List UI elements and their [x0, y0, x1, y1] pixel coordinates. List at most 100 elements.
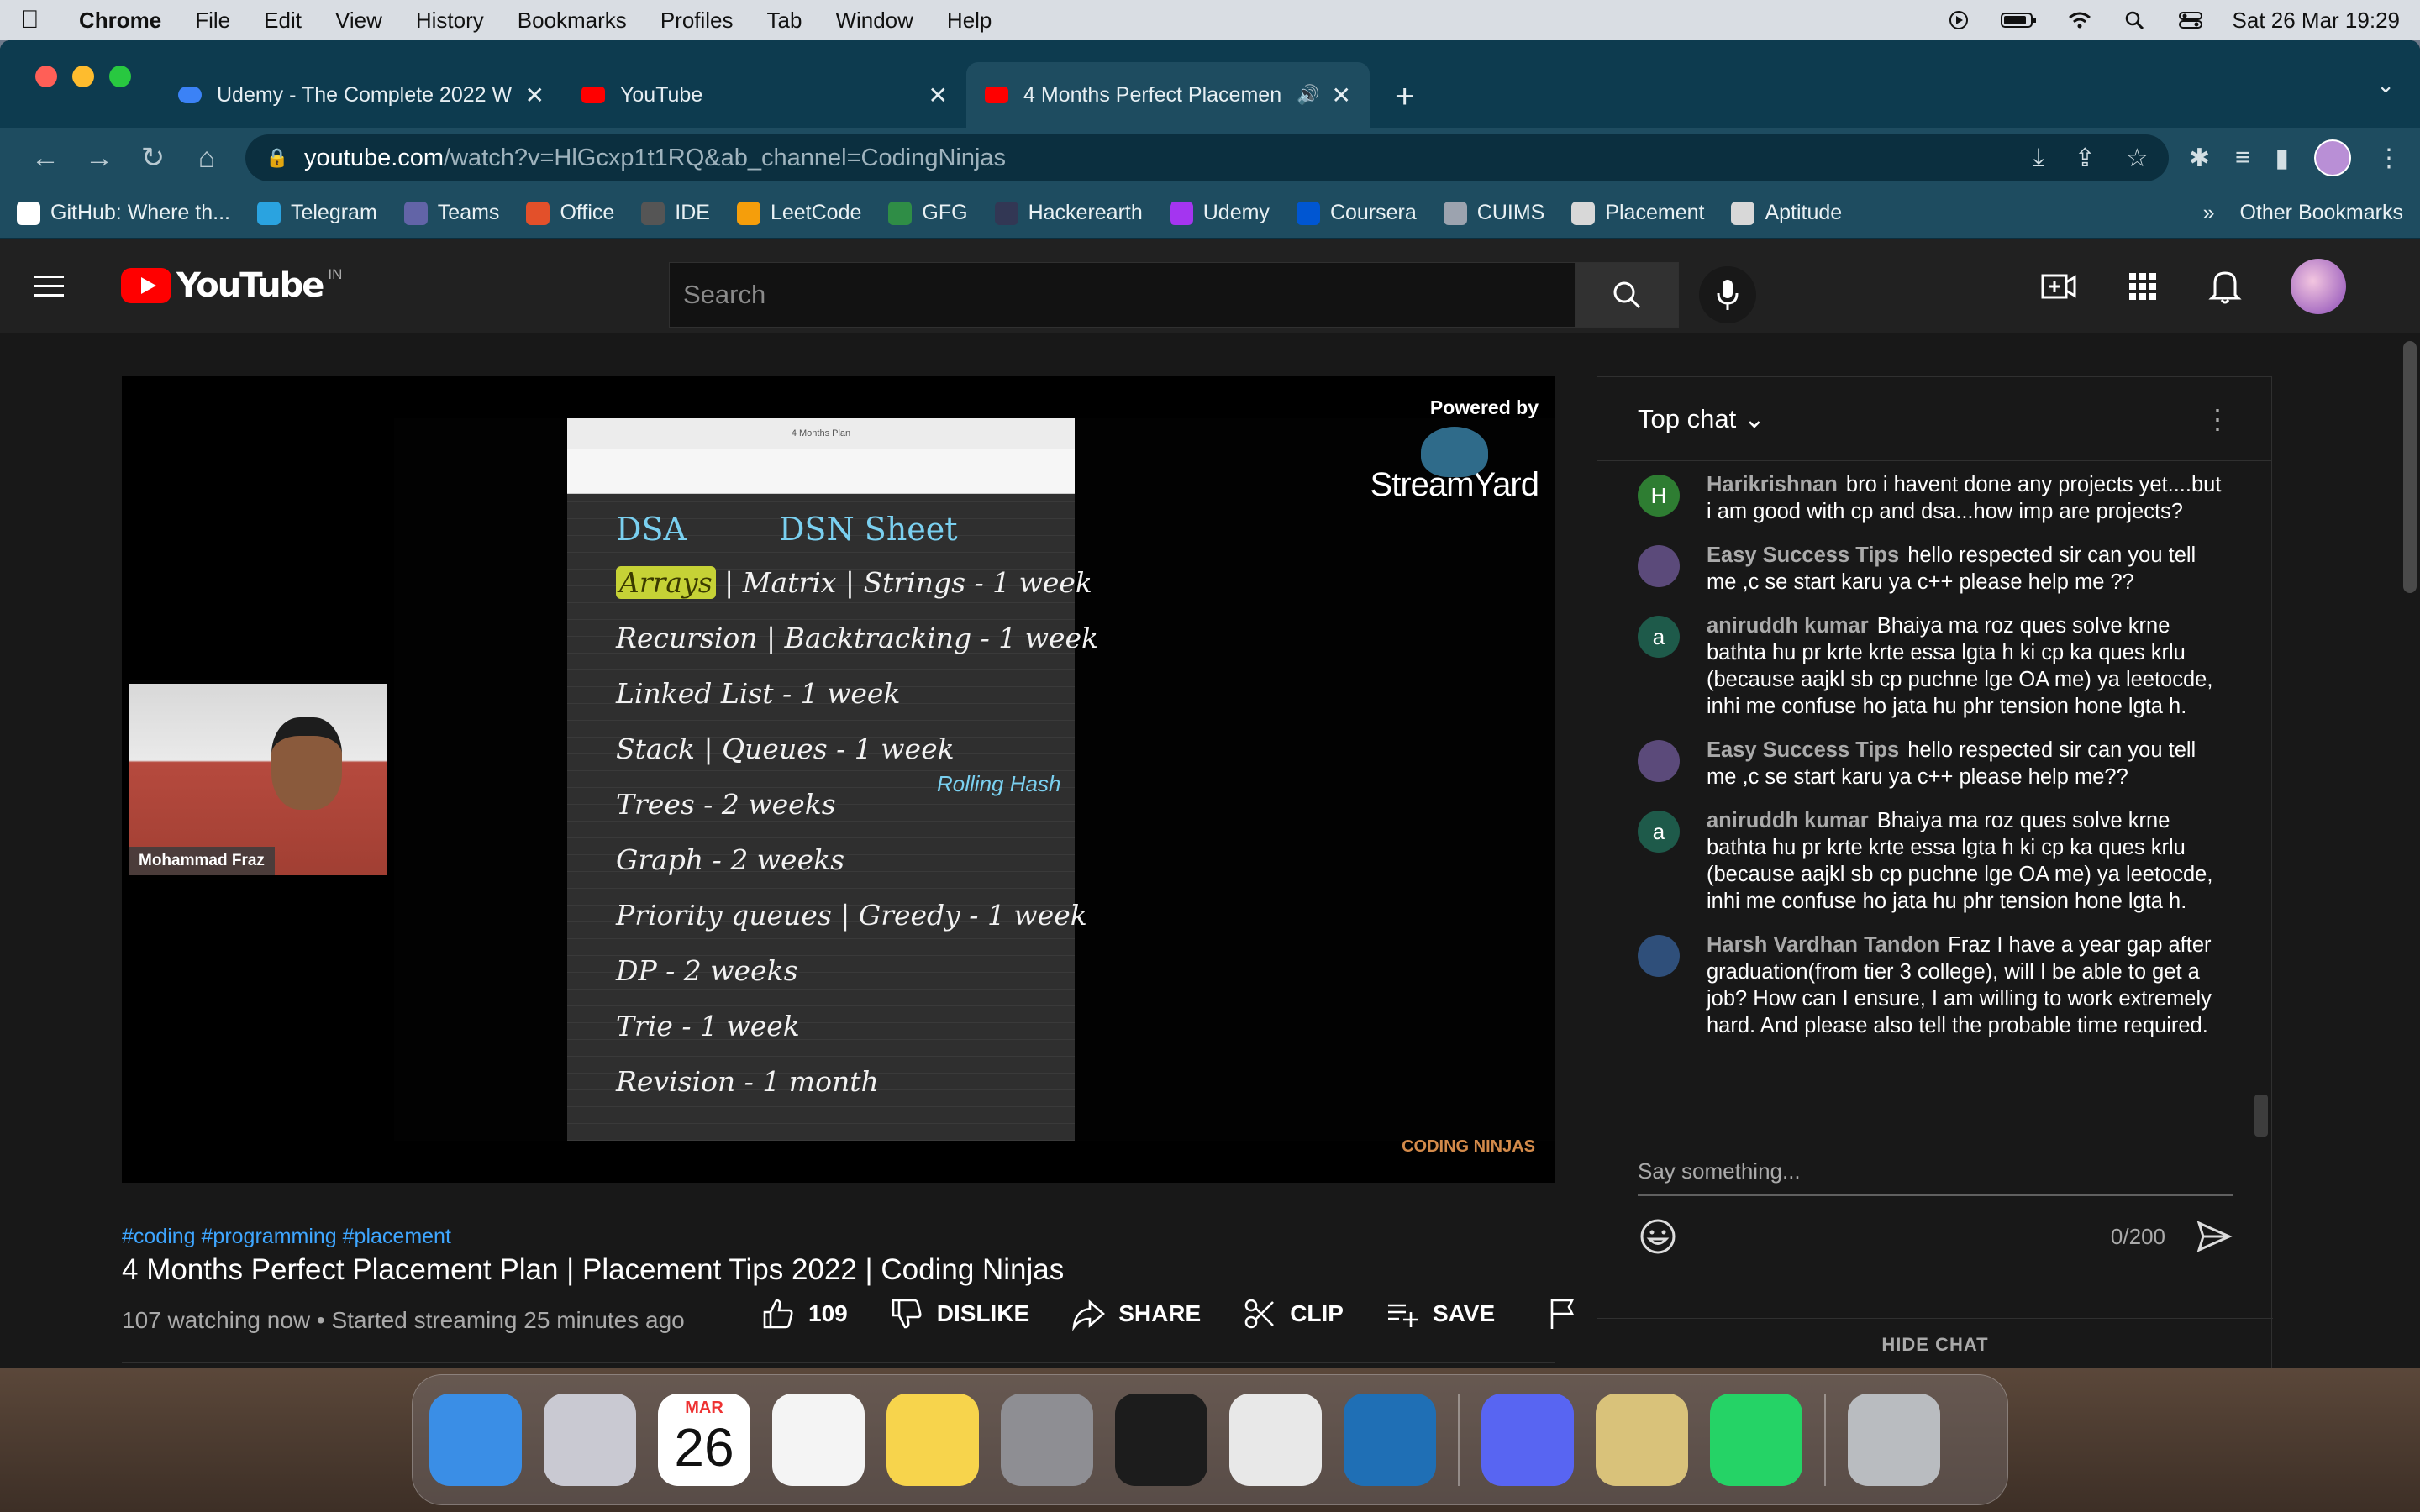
zoom-window-button[interactable]	[109, 66, 131, 87]
dock-vscode-icon[interactable]	[1344, 1394, 1436, 1486]
dock-mail-app-icon[interactable]	[1596, 1394, 1688, 1486]
reload-icon[interactable]: ↻	[126, 141, 180, 175]
chat-scrollbar[interactable]	[2254, 1095, 2268, 1137]
bookmark-star-icon[interactable]: ☆	[2126, 144, 2149, 173]
spotlight-search-icon[interactable]	[2122, 10, 2149, 30]
address-bar[interactable]: 🔒 youtube.com/watch?v=HlGcxp1t1RQ&ab_cha…	[245, 134, 2169, 181]
dock-whatsapp-icon[interactable]	[1710, 1394, 1802, 1486]
create-video-icon[interactable]	[2040, 268, 2077, 305]
dock-launchpad-icon[interactable]	[544, 1394, 636, 1486]
media-queue-icon[interactable]: ≡	[2235, 144, 2250, 172]
save-button[interactable]: SAVE	[1386, 1297, 1495, 1331]
bookmark-item[interactable]: GitHub: Where th...	[17, 201, 230, 225]
voice-search-button[interactable]	[1699, 266, 1756, 323]
menu-app-name[interactable]: Chrome	[79, 8, 161, 34]
menu-file[interactable]: File	[195, 8, 230, 34]
share-icon[interactable]: ⇪	[2075, 144, 2096, 173]
search-input[interactable]	[669, 262, 1575, 328]
extensions-puzzle-icon[interactable]: ✱	[2189, 144, 2210, 173]
wifi-icon[interactable]	[2066, 10, 2093, 30]
bookmarks-overflow-button[interactable]: »	[2203, 201, 2215, 225]
bookmark-item[interactable]: Teams	[403, 201, 499, 225]
dock-finder-icon[interactable]	[429, 1394, 522, 1486]
back-arrow-icon[interactable]: ←	[18, 142, 72, 175]
youtube-logo[interactable]: YouTube IN	[121, 266, 342, 305]
chat-author-avatar[interactable]: H	[1638, 475, 1680, 517]
dock-calendar-icon[interactable]: MAR 26	[658, 1394, 750, 1486]
lock-icon[interactable]: 🔒	[266, 147, 291, 169]
share-button[interactable]: SHARE	[1071, 1297, 1201, 1331]
bookmark-item[interactable]: IDE	[641, 201, 710, 225]
dock-notes-icon[interactable]	[886, 1394, 979, 1486]
tab-search-chevron-icon[interactable]: ⌄	[2376, 72, 2395, 98]
bookmark-item[interactable]: GFG	[888, 201, 968, 225]
apple-menu-icon[interactable]: 	[20, 6, 54, 34]
menu-bookmarks[interactable]: Bookmarks	[518, 8, 627, 34]
play-circle-icon[interactable]	[1945, 10, 1972, 30]
clip-button[interactable]: CLIP	[1243, 1297, 1344, 1331]
bookmark-item[interactable]: Udemy	[1169, 201, 1270, 225]
bookmark-item[interactable]: Aptitude	[1731, 201, 1842, 225]
control-center-icon[interactable]	[2177, 10, 2204, 30]
chat-author-name[interactable]: Easy Success Tips	[1707, 543, 1899, 567]
menu-view[interactable]: View	[335, 8, 382, 34]
chat-author-avatar[interactable]: a	[1638, 811, 1680, 853]
search-button[interactable]	[1575, 262, 1679, 328]
other-bookmarks-folder[interactable]: Other Bookmarks	[2239, 201, 2403, 225]
menu-tab[interactable]: Tab	[767, 8, 802, 34]
youtube-account-avatar[interactable]	[2291, 259, 2346, 314]
chat-author-name[interactable]: Easy Success Tips	[1707, 738, 1899, 762]
tab-placement-video[interactable]: 4 Months Perfect Placemen 🔊 ✕	[966, 62, 1370, 128]
hide-chat-button[interactable]: HIDE CHAT	[1597, 1318, 2273, 1368]
guide-menu-icon[interactable]	[34, 275, 64, 297]
chat-more-options-icon[interactable]: ⋮	[2204, 403, 2231, 435]
install-app-icon[interactable]: ⤓	[2033, 144, 2044, 173]
chat-author-name[interactable]: Harsh Vardhan Tandon	[1707, 933, 1939, 957]
bookmark-item[interactable]: Coursera	[1296, 201, 1417, 225]
notifications-bell-icon[interactable]	[2208, 268, 2242, 305]
menu-history[interactable]: History	[416, 8, 484, 34]
chrome-profile-avatar[interactable]	[2314, 139, 2351, 176]
bookmark-item[interactable]: Telegram	[256, 201, 377, 225]
dock-system-preferences-icon[interactable]	[1001, 1394, 1093, 1486]
chat-author-name[interactable]: aniruddh kumar	[1707, 614, 1869, 638]
close-icon[interactable]: ✕	[1332, 81, 1351, 109]
tab-youtube[interactable]: YouTube ✕	[563, 62, 966, 128]
new-tab-button[interactable]: +	[1395, 78, 1414, 116]
chat-author-avatar[interactable]: a	[1638, 616, 1680, 658]
speaker-icon[interactable]: 🔊	[1297, 84, 1319, 106]
bookmark-item[interactable]: Placement	[1571, 201, 1704, 225]
menu-help[interactable]: Help	[947, 8, 992, 34]
emoji-icon[interactable]	[1638, 1216, 1678, 1257]
video-hashtags[interactable]: #coding #programming #placement	[122, 1225, 451, 1249]
battery-icon[interactable]	[2000, 10, 2038, 30]
chat-author-avatar[interactable]	[1638, 935, 1680, 977]
close-window-button[interactable]	[35, 66, 57, 87]
dock-trash-icon[interactable]	[1848, 1394, 1940, 1486]
dock-chrome-icon[interactable]	[1229, 1394, 1322, 1486]
tab-udemy[interactable]: Udemy - The Complete 2022 W ✕	[160, 62, 563, 128]
chat-author-avatar[interactable]	[1638, 545, 1680, 587]
page-scrollbar[interactable]	[2403, 341, 2417, 593]
like-button[interactable]: 109	[761, 1297, 848, 1331]
chat-author-name[interactable]: aniruddh kumar	[1707, 809, 1869, 832]
dislike-button[interactable]: DISLIKE	[890, 1297, 1029, 1331]
chrome-menu-kebab-icon[interactable]: ⋮	[2376, 144, 2402, 173]
dock-terminal-icon[interactable]	[1115, 1394, 1207, 1486]
close-icon[interactable]: ✕	[929, 81, 948, 109]
dock-discord-icon[interactable]	[1481, 1394, 1574, 1486]
home-icon[interactable]: ⌂	[180, 142, 234, 175]
menu-window[interactable]: Window	[835, 8, 913, 34]
bookmark-item[interactable]: CUIMS	[1443, 201, 1544, 225]
menu-edit[interactable]: Edit	[264, 8, 302, 34]
menubar-clock[interactable]: Sat 26 Mar 19:29	[2233, 8, 2400, 34]
chat-mode-dropdown[interactable]: Top chat ⌄	[1638, 404, 1765, 434]
chat-author-name[interactable]: Harikrishnan	[1707, 473, 1838, 496]
bookmark-item[interactable]: Office	[526, 201, 614, 225]
bookmark-item[interactable]: LeetCode	[736, 201, 861, 225]
dock-reminders-icon[interactable]	[772, 1394, 865, 1486]
side-panel-icon[interactable]: ▮	[2275, 144, 2289, 173]
video-player[interactable]: 4 Months Plan DSA DSN Sheet Arrays | Mat…	[122, 376, 1555, 1183]
forward-arrow-icon[interactable]: →	[72, 142, 126, 175]
chat-message-input[interactable]: Say something...	[1638, 1140, 2233, 1196]
